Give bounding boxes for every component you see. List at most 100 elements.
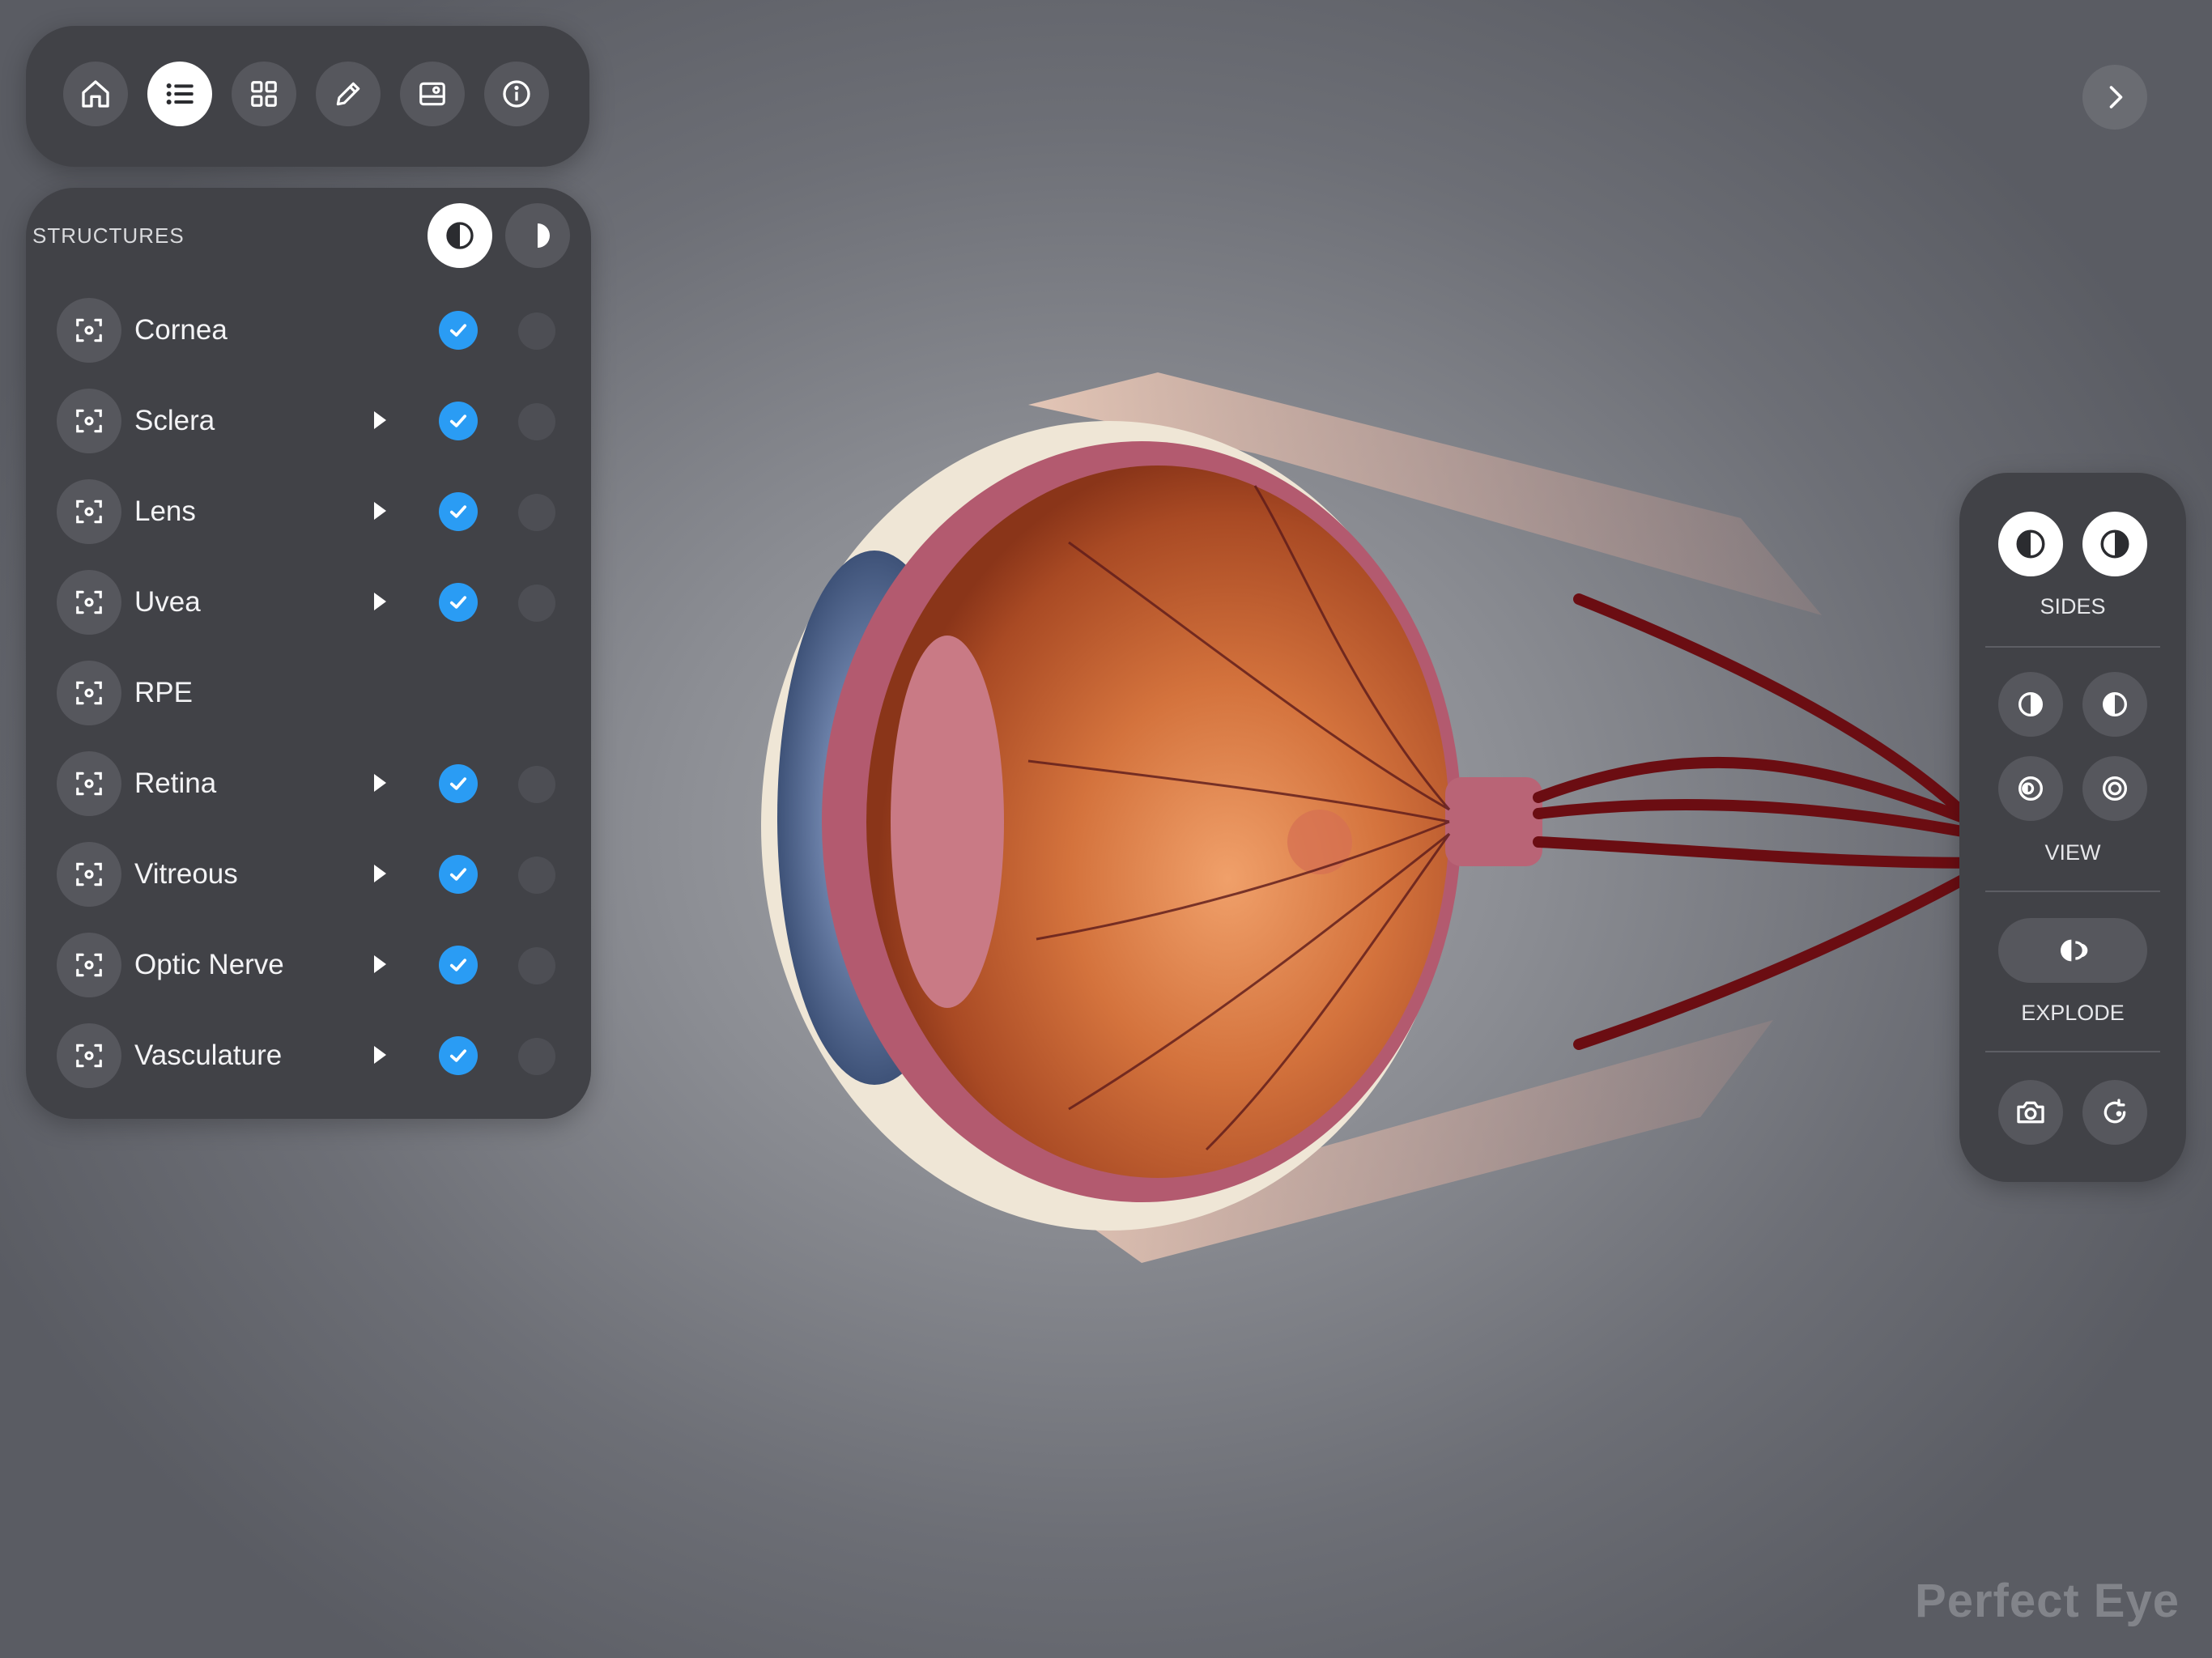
checkmark-icon: [449, 596, 467, 609]
expand-arrow-icon[interactable]: [374, 865, 386, 882]
view-section-button[interactable]: [1998, 756, 2063, 821]
checkmark-icon: [449, 1049, 467, 1062]
focus-structure-button[interactable]: [57, 842, 121, 907]
visibility-checkbox[interactable]: [439, 855, 478, 894]
view-label: VIEW: [2044, 840, 2101, 865]
info-icon: [503, 80, 530, 108]
structures-title: STRUCTURES: [32, 223, 185, 248]
grid-button[interactable]: [232, 62, 296, 126]
image-card-button[interactable]: [400, 62, 465, 126]
expand-arrow-icon[interactable]: [374, 593, 386, 610]
opacity-toggle[interactable]: [518, 947, 555, 984]
half-circle-outline-icon: [2018, 692, 2043, 716]
opacity-toggle[interactable]: [518, 766, 555, 803]
left-side-button[interactable]: [1998, 512, 2063, 576]
structure-row[interactable]: Uvea: [57, 568, 575, 636]
focus-frame-icon: [76, 953, 102, 977]
focus-structure-button[interactable]: [57, 1023, 121, 1088]
structure-label: Retina: [134, 767, 217, 799]
view-full-button[interactable]: [2082, 756, 2147, 821]
rotate-reset-icon: [2104, 1099, 2126, 1124]
structure-row[interactable]: Retina: [57, 750, 575, 818]
edit-button[interactable]: [316, 62, 381, 126]
checkmark-icon: [449, 959, 467, 971]
visibility-checkbox[interactable]: [439, 946, 478, 984]
chevron-right-icon: [2109, 86, 2123, 108]
divider: [1985, 1051, 2160, 1052]
checkmark-icon: [449, 324, 467, 337]
view-back-button[interactable]: [2082, 672, 2147, 737]
structure-row[interactable]: RPE: [57, 659, 575, 727]
visibility-checkbox[interactable]: [439, 311, 478, 350]
visibility-checkbox[interactable]: [439, 583, 478, 622]
focus-frame-icon: [76, 409, 102, 433]
structure-label: Optic Nerve: [134, 949, 284, 980]
view-front-button[interactable]: [1998, 672, 2063, 737]
view-controls-panel: [1959, 473, 2186, 1182]
focus-structure-button[interactable]: [57, 751, 121, 816]
right-side-toggle[interactable]: [505, 203, 570, 268]
focus-structure-button[interactable]: [57, 298, 121, 363]
structure-label: Sclera: [134, 405, 215, 436]
focus-structure-button[interactable]: [57, 933, 121, 997]
focus-structure-button[interactable]: [57, 389, 121, 453]
structure-row[interactable]: Lens: [57, 478, 575, 546]
expand-arrow-icon[interactable]: [374, 955, 386, 973]
screenshot-button[interactable]: [1998, 1080, 2063, 1145]
home-icon: [82, 80, 109, 108]
opacity-toggle[interactable]: [518, 494, 555, 531]
structure-row[interactable]: Cornea: [57, 296, 575, 364]
image-card-icon: [419, 82, 445, 106]
info-button[interactable]: [484, 62, 549, 126]
structure-label: Vitreous: [134, 858, 238, 890]
checkmark-icon: [449, 868, 467, 881]
divider: [1985, 891, 2160, 892]
opacity-toggle[interactable]: [518, 857, 555, 894]
checkmark-icon: [449, 414, 467, 427]
camera-icon: [2017, 1101, 2044, 1124]
structure-row[interactable]: Optic Nerve: [57, 931, 575, 999]
structure-label: Vasculature: [134, 1039, 283, 1071]
focus-structure-button[interactable]: [57, 570, 121, 635]
visibility-checkbox[interactable]: [439, 492, 478, 531]
expand-arrow-icon[interactable]: [374, 411, 386, 429]
explode-label: EXPLODE: [2021, 1001, 2125, 1025]
left-side-toggle[interactable]: [428, 203, 492, 268]
expand-arrow-icon[interactable]: [374, 774, 386, 792]
left-half-icon: [446, 222, 474, 249]
list-icon: [166, 83, 194, 104]
structures-list-button[interactable]: [147, 62, 212, 126]
reset-view-button[interactable]: [2082, 1080, 2147, 1145]
right-side-button[interactable]: [2082, 512, 2147, 576]
focus-frame-icon: [76, 500, 102, 524]
structure-row[interactable]: Vitreous: [57, 840, 575, 908]
focus-frame-icon: [76, 772, 102, 796]
focus-structure-button[interactable]: [57, 661, 121, 725]
expand-arrow-icon[interactable]: [374, 502, 386, 520]
opacity-toggle[interactable]: [518, 312, 555, 350]
structure-row[interactable]: Vasculature: [57, 1022, 575, 1090]
structure-row[interactable]: Sclera: [57, 387, 575, 455]
next-button[interactable]: [2082, 65, 2147, 130]
right-half-icon: [2100, 529, 2129, 559]
focus-frame-icon: [76, 318, 102, 342]
focus-structure-button[interactable]: [57, 479, 121, 544]
opacity-toggle[interactable]: [518, 403, 555, 440]
visibility-checkbox[interactable]: [439, 764, 478, 803]
explode-button[interactable]: [1998, 918, 2147, 983]
structure-label: Cornea: [134, 314, 228, 346]
visibility-checkbox[interactable]: [439, 1036, 478, 1075]
sides-label: SIDES: [2040, 594, 2106, 619]
opacity-toggle[interactable]: [518, 1038, 555, 1075]
structure-label: RPE: [134, 677, 193, 708]
explode-icon: [2061, 939, 2088, 962]
visibility-checkbox[interactable]: [439, 402, 478, 440]
home-button[interactable]: [63, 62, 128, 126]
opacity-toggle[interactable]: [518, 585, 555, 622]
pencil-icon: [336, 82, 360, 106]
checkmark-icon: [449, 777, 467, 790]
expand-arrow-icon[interactable]: [374, 1046, 386, 1064]
left-half-icon: [2016, 529, 2045, 559]
target-circle-icon: [2103, 776, 2127, 801]
brand-watermark: Perfect Eye: [1915, 1575, 2180, 1627]
